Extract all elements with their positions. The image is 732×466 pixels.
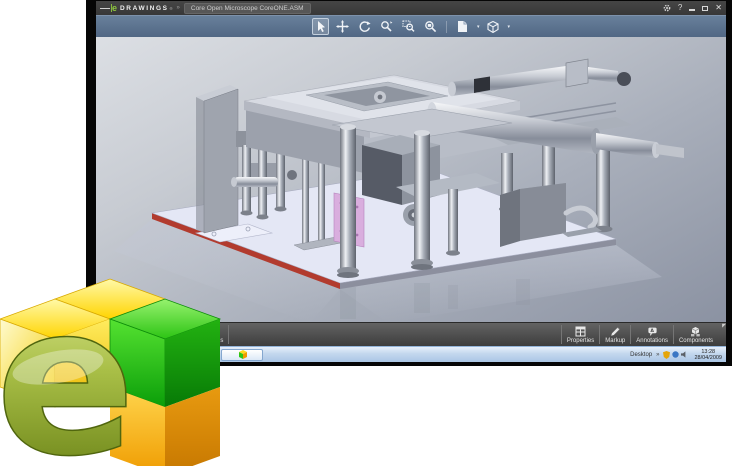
annotations-panel-button[interactable]: A Annotations [631, 323, 673, 346]
minimize-icon [689, 9, 696, 11]
document-title: Core Open Microscope CoreONE.ASM [183, 2, 311, 14]
zoom-fit-tool-button[interactable] [422, 18, 439, 35]
properties-icon [575, 326, 586, 336]
close-button[interactable]: ✕ [715, 3, 722, 13]
breadcrumb-separator: » [176, 5, 180, 11]
desktop-chevron-icon[interactable]: » [656, 352, 659, 358]
system-tray [663, 350, 688, 359]
maximize-icon [702, 5, 709, 11]
view-cube-icon [487, 20, 499, 33]
minimize-button[interactable] [689, 5, 696, 11]
components-panel-button[interactable]: Components [674, 323, 718, 346]
taskbar-clock[interactable]: 13:28 28/04/2009 [692, 349, 724, 361]
markup-label: Markup [605, 337, 626, 344]
pan-icon [335, 20, 349, 33]
select-arrow-icon [317, 21, 325, 32]
stamp-page-icon [458, 21, 468, 32]
components-cubes-icon [691, 326, 701, 336]
resize-grip-icon[interactable]: ◤ [718, 323, 726, 346]
edrawings-wordmark: e DRAWINGS ® [100, 2, 173, 13]
svg-text:A: A [650, 328, 654, 334]
components-label: Components [678, 337, 713, 344]
rotate-tool-button[interactable] [356, 18, 373, 35]
stamp-view-button[interactable] [454, 18, 471, 35]
zoom-area-icon [402, 20, 415, 32]
brand-name: DRAWINGS [120, 4, 169, 12]
tray-network-icon[interactable] [672, 351, 680, 358]
markup-pencil-icon [610, 326, 620, 336]
markup-panel-button[interactable]: Markup [600, 323, 630, 346]
zoom-tool-button[interactable] [378, 18, 395, 35]
properties-panel-button[interactable]: Properties [562, 323, 599, 346]
tray-shield-icon[interactable] [663, 350, 671, 359]
maximize-button[interactable] [702, 5, 709, 11]
properties-label: Properties [566, 337, 595, 344]
title-bar[interactable]: e DRAWINGS ® » Core Open Microscope Core… [96, 1, 726, 15]
annotations-icon: A [648, 327, 657, 336]
view-toolbar: ▾ ▾ [96, 15, 726, 37]
zoom-icon [381, 21, 393, 32]
view-dropdown-caret[interactable]: ▾ [508, 24, 511, 30]
pan-tool-button[interactable] [334, 18, 351, 35]
stamp-dropdown-caret[interactable]: ▾ [477, 24, 480, 30]
select-tool-button[interactable] [311, 18, 329, 35]
toolbar-separator [445, 20, 447, 33]
desktop-toolbar-label[interactable]: Desktop [630, 352, 652, 358]
edrawings-mini-icon [238, 350, 247, 359]
bottombar-separator [228, 325, 230, 344]
tray-volume-icon[interactable] [681, 351, 688, 358]
clock-date: 28/04/2009 [694, 354, 722, 361]
edrawings-logo: e [0, 271, 222, 466]
taskbar-edrawings-button[interactable] [221, 348, 263, 361]
screenshot-stage: e DRAWINGS ® » Core Open Microscope Core… [0, 0, 732, 466]
zoom-area-tool-button[interactable] [400, 18, 417, 35]
brand-dash-icon [100, 7, 110, 9]
brand-e-letter: e [112, 2, 118, 13]
brand-trademark: ® [169, 5, 173, 11]
annotations-label: Annotations [636, 337, 668, 344]
settings-gear-icon[interactable] [663, 4, 671, 12]
zoom-fit-icon [425, 21, 437, 33]
view-orientation-button[interactable] [485, 18, 502, 35]
rotate-icon [359, 21, 371, 32]
help-button[interactable]: ? [678, 3, 682, 13]
